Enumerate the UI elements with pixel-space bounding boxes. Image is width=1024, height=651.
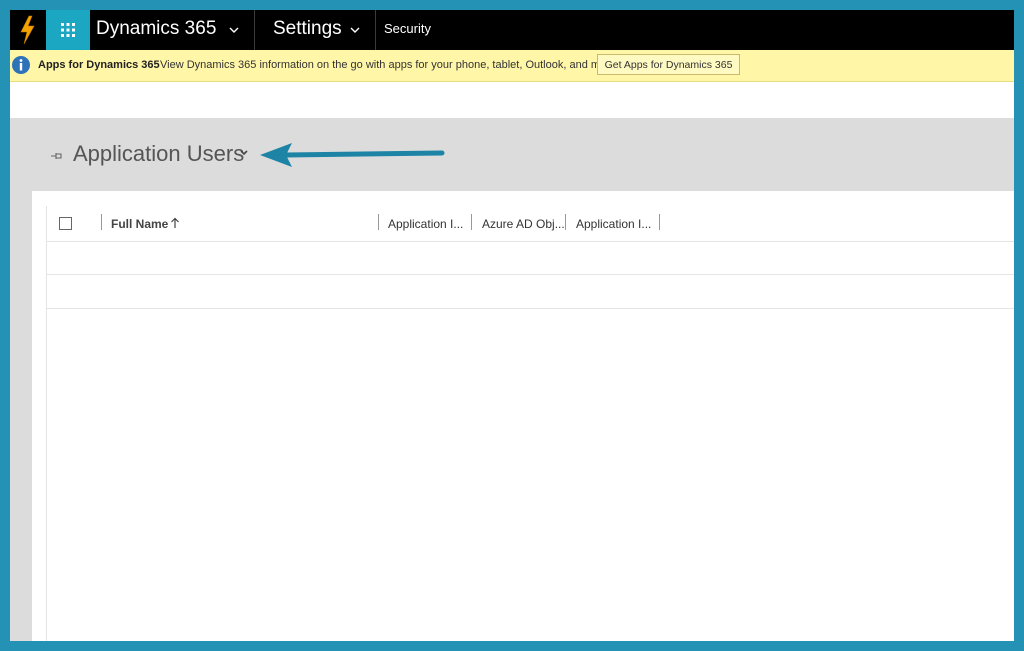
dynamics-logo-icon[interactable]: [10, 10, 46, 50]
sort-ascending-icon[interactable]: [170, 217, 180, 229]
column-separator[interactable]: [378, 214, 379, 230]
get-apps-button[interactable]: Get Apps for Dynamics 365: [597, 54, 740, 75]
column-header-application-id[interactable]: Application I...: [388, 217, 463, 231]
chevron-down-icon[interactable]: [228, 22, 240, 38]
pin-icon[interactable]: [50, 151, 64, 161]
column-header-azure-ad-object-id[interactable]: Azure AD Obj...: [482, 217, 565, 231]
select-all-checkbox[interactable]: [59, 217, 72, 230]
column-separator[interactable]: [565, 214, 566, 230]
table-row[interactable]: [47, 241, 1014, 275]
grid-header: Full Name Application I... Azure AD Obj.…: [47, 206, 1014, 242]
column-separator[interactable]: [659, 214, 660, 230]
settings-menu[interactable]: Settings: [273, 10, 342, 50]
column-header-full-name[interactable]: Full Name: [111, 217, 168, 231]
table-row[interactable]: [47, 275, 1014, 309]
column-separator[interactable]: [101, 214, 102, 230]
view-selector-chevron-icon[interactable]: [239, 148, 249, 158]
info-icon: [12, 56, 30, 74]
notification-title: Apps for Dynamics 365: [38, 59, 160, 71]
nav-divider: [254, 10, 255, 50]
annotation-arrow-icon: [260, 143, 445, 167]
application-users-grid: Full Name Application I... Azure AD Obj.…: [46, 206, 1014, 641]
notification-bar: Apps for Dynamics 365 View Dynamics 365 …: [10, 50, 1014, 82]
view-title[interactable]: Application Users: [73, 141, 244, 167]
nav-divider: [375, 10, 376, 50]
waffle-icon: [61, 23, 75, 37]
top-nav-bar: Dynamics 365 Settings Security: [10, 10, 1014, 50]
app-launcher-button[interactable]: [46, 10, 90, 50]
column-separator[interactable]: [471, 214, 472, 230]
column-header-application-id-uri[interactable]: Application I...: [576, 217, 651, 231]
chevron-down-icon[interactable]: [349, 22, 361, 38]
breadcrumb-security[interactable]: Security: [384, 10, 431, 50]
notification-message: View Dynamics 365 information on the go …: [160, 59, 619, 71]
app-window: Dynamics 365 Settings Security Apps for …: [10, 10, 1014, 641]
app-name-menu[interactable]: Dynamics 365: [96, 10, 216, 50]
